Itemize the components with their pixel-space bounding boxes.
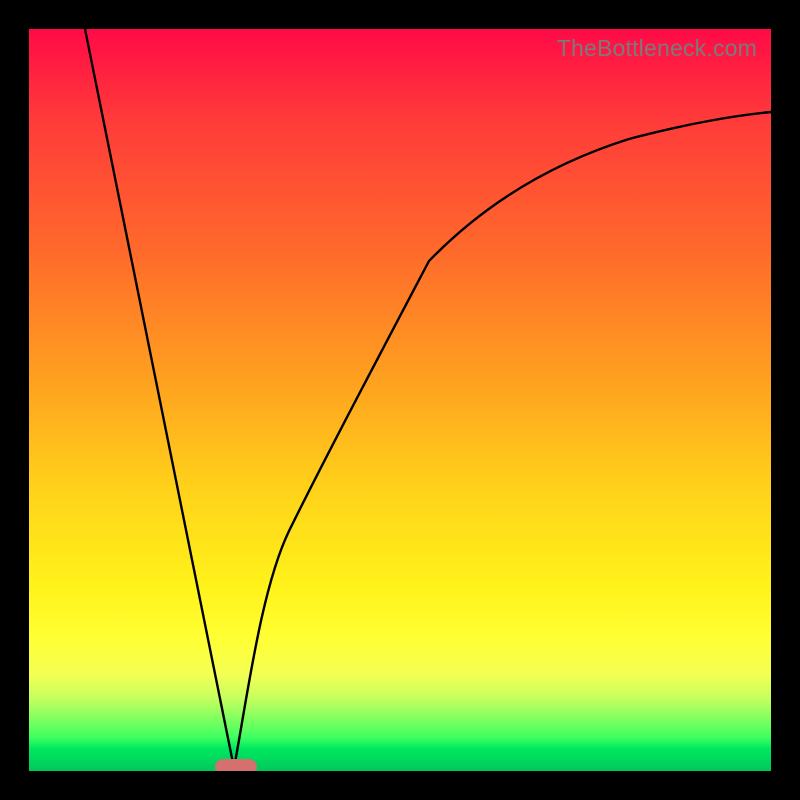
curve-svg [29,29,771,771]
bottleneck-marker [215,759,257,771]
chart-frame: TheBottleneck.com [0,0,800,800]
plot-area: TheBottleneck.com [29,29,771,771]
curve-path [85,29,771,768]
